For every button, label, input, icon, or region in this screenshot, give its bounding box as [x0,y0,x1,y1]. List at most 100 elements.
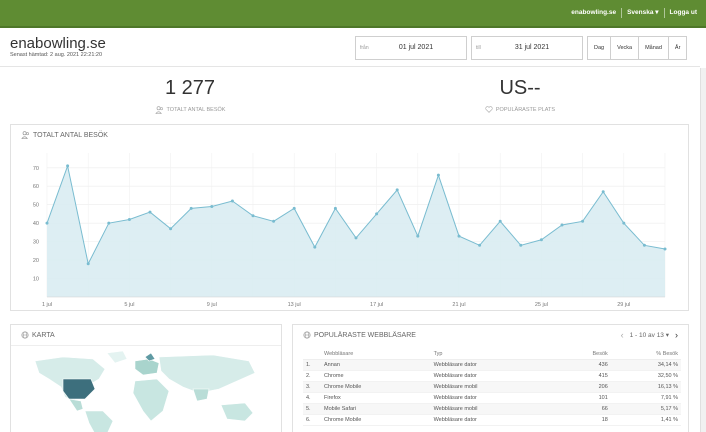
table-row[interactable]: 6. Chrome Mobile Webbläsare dator 18 1,41 % [303,414,681,426]
x-tick-label: 17 jul [370,302,383,308]
map-panel: KARTA [10,324,282,432]
map-region-usa[interactable] [62,378,96,400]
data-point[interactable] [292,206,296,210]
column-header-percent[interactable]: % Besök [610,349,681,360]
page-title: enabowling.se [10,35,106,52]
data-point[interactable] [395,188,399,192]
map-region-india[interactable] [192,388,210,402]
map-region-asia[interactable] [158,354,256,394]
row-number: 4. [303,392,321,404]
logout-link[interactable]: Logga ut [665,8,702,18]
browser-name: Firefox [321,392,431,404]
data-point[interactable] [457,234,461,238]
world-map[interactable] [23,349,273,432]
y-tick-label: 60 [33,184,39,190]
globe-icon [303,331,311,339]
row-number: 3. [303,381,321,393]
data-point[interactable] [539,238,543,242]
data-point[interactable] [169,227,173,231]
kpi-top-place: US-- POPULÄRASTE PLATS [440,77,600,113]
data-point[interactable] [478,243,482,247]
kpi-total-visits-label: TOTALT ANTAL BESÖK [166,107,226,113]
data-point[interactable] [601,190,605,194]
data-point[interactable] [45,221,49,225]
x-tick-label: 29 jul [617,302,630,308]
data-point[interactable] [436,173,440,177]
data-point[interactable] [622,221,626,225]
site-link[interactable]: enabowling.se [566,8,623,18]
map-region-australia[interactable] [220,402,254,422]
x-tick-label: 21 jul [452,302,465,308]
map-region-europe[interactable] [134,358,160,376]
table-row[interactable]: 5. Mobile Safari Webbläsare mobil 66 5,17 % [303,403,681,415]
column-header-visits[interactable]: Besök [556,349,611,360]
date-from-value: 01 jul 2021 [398,44,434,51]
data-point[interactable] [416,234,420,238]
browser-name: Chrome Mobile [321,381,431,393]
data-point[interactable] [189,206,193,210]
data-point[interactable] [251,214,255,218]
visits-chart: 10 20 30 40 50 60 70 1 jul 5 jul 9 jul 13 jul 17 ju… [33,153,667,308]
data-point[interactable] [498,219,502,223]
period-week-button[interactable]: Vecka [611,37,640,59]
period-month-button[interactable]: Månad [639,37,669,59]
row-number: 2. [303,370,321,382]
data-point[interactable] [560,223,564,227]
table-row[interactable]: 4. Firefox Webbläsare dator 101 7,91 % [303,392,681,404]
data-point[interactable] [354,236,358,240]
browsers-panel: POPULÄRASTE WEBBLÄSARE ‹ 1 - 10 av 13 ▾ … [292,324,689,432]
date-from-field[interactable]: från 01 jul 2021 [355,36,467,60]
data-point[interactable] [375,212,379,216]
x-tick-label: 13 jul [288,302,301,308]
prev-page-button[interactable]: ‹ [621,330,624,340]
data-point[interactable] [148,210,152,214]
kpi-total-visits: 1 277 TOTALT ANTAL BESÖK [110,77,270,114]
period-day-button[interactable]: Dag [588,37,612,59]
y-tick-label: 50 [33,203,39,209]
next-page-button[interactable]: › [675,330,678,340]
map-region-mexico[interactable] [68,398,84,412]
x-tick-label: 9 jul [207,302,217,308]
visits-chart-panel: TOTALT ANTAL BESÖK 10 20 30 40 50 60 70 1 jul 5 … [10,124,689,311]
language-dropdown[interactable]: Svenska ▾ [622,8,665,18]
date-to-value: 31 jul 2021 [514,44,550,51]
map-region-greenland[interactable] [106,350,128,364]
globe-icon [21,331,29,339]
data-point[interactable] [107,221,111,225]
top-bar: enabowling.se Svenska ▾ Logga ut [0,0,706,28]
row-number: 1. [303,359,321,371]
data-point[interactable] [210,205,214,209]
data-point[interactable] [230,199,234,203]
kpi-top-place-value: US-- [499,77,541,99]
column-header-type[interactable]: Typ [430,349,557,360]
browser-type: Webbläsare dator [430,414,557,426]
table-row[interactable]: 3. Chrome Mobile Webbläsare mobil 206 16,13 … [303,381,681,393]
data-point[interactable] [313,245,317,249]
visits-count: 18 [556,414,611,426]
data-point[interactable] [519,243,523,247]
browser-type: Webbläsare mobil [430,403,557,415]
page-size-dropdown[interactable]: 1 - 10 av 13 ▾ [630,331,669,339]
row-number: 6. [303,414,321,426]
x-tick-label: 1 jul [42,302,52,308]
data-point[interactable] [127,217,131,221]
data-point[interactable] [581,219,585,223]
row-number: 5. [303,403,321,415]
data-point[interactable] [272,219,276,223]
data-point[interactable] [66,164,70,168]
data-point[interactable] [642,243,646,247]
table-row[interactable]: 2. Chrome Webbläsare dator 415 32,50 % [303,370,681,382]
data-point[interactable] [663,247,667,251]
data-point[interactable] [333,206,337,210]
kpi-top-place-label: POPULÄRASTE PLATS [495,106,556,113]
data-point[interactable] [86,262,90,266]
column-header-browser[interactable]: Webbläsare [321,349,431,360]
period-year-button[interactable]: År [668,37,687,59]
table-row[interactable]: 1. Annan Webbläsare dator 436 34,14 % [303,359,681,371]
visits-count: 101 [556,392,611,404]
browsers-table: Webbläsare Typ Besök % Besök 1. Annan Webb… [303,349,681,426]
page-scrollbar[interactable] [700,68,706,432]
date-to-field[interactable]: till 31 jul 2021 [471,36,583,60]
map-region-africa[interactable] [132,378,170,422]
map-region-south-america[interactable] [84,410,114,432]
